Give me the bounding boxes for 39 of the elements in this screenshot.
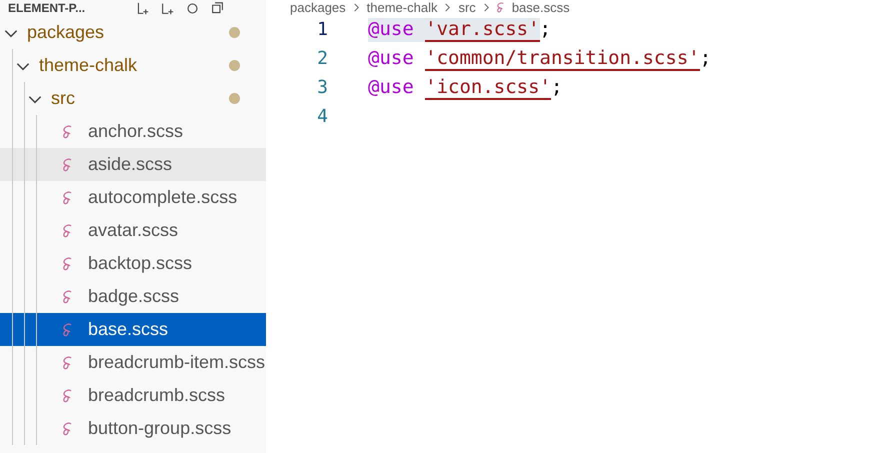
code-token: 'common/transition.scss' [425, 46, 700, 70]
code-token: @use [368, 18, 426, 42]
tree-item[interactable]: breadcrumb-item.scss [0, 346, 266, 379]
code-token: ; [700, 46, 712, 70]
code-token: ; [551, 76, 562, 100]
refresh-icon[interactable] [186, 2, 199, 14]
sass-file-icon [496, 2, 504, 13]
tree-item[interactable]: badge.scss [0, 280, 266, 313]
new-folder-icon[interactable] [161, 2, 174, 14]
breadcrumb-item[interactable]: theme-chalk [366, 0, 438, 15]
line-number: 4 [316, 106, 328, 127]
tree-item[interactable]: aside.scss [0, 148, 266, 181]
breadcrumb-item[interactable]: src [458, 0, 476, 15]
line-number: 2 [316, 48, 328, 69]
chevron-right-icon [354, 3, 359, 12]
chevron-right-icon [484, 3, 489, 12]
new-file-icon[interactable] [136, 2, 149, 14]
tree-item[interactable]: button-group.scss [0, 412, 266, 445]
explorer-title: ELEMENT-P... [8, 1, 86, 15]
tree-item[interactable]: packages [0, 16, 266, 49]
code-token: 'icon.scss' [425, 76, 551, 100]
collapse-icon[interactable] [211, 2, 224, 14]
tree-item[interactable]: backtop.scss [0, 247, 266, 280]
tree-item[interactable]: base.scss [0, 313, 266, 346]
tree-item[interactable]: breadcrumb.scss [0, 379, 266, 412]
breadcrumb-item[interactable]: base.scss [512, 0, 570, 15]
code-token: @use [368, 46, 414, 70]
line-number: 3 [316, 77, 328, 98]
code-token: @use [368, 76, 414, 100]
tree-item[interactable]: autocomplete.scss [0, 181, 266, 214]
tree-item[interactable]: anchor.scss [0, 115, 266, 148]
tree-item[interactable]: src [0, 82, 266, 115]
code-token: 'var.scss' [425, 18, 540, 42]
chevron-right-icon [445, 3, 450, 12]
line-number: 1 [316, 19, 328, 40]
code-token: ; [540, 18, 551, 42]
breadcrumb-item[interactable]: packages [290, 0, 346, 15]
tree-item[interactable]: avatar.scss [0, 214, 266, 247]
tree-item[interactable]: theme-chalk [0, 49, 266, 82]
